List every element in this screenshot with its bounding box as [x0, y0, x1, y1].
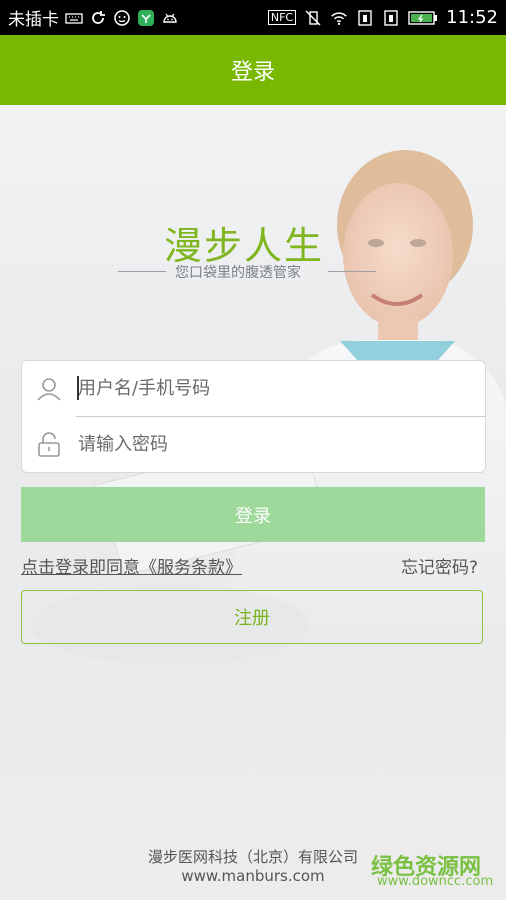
- username-row: [22, 361, 485, 416]
- password-row: [22, 417, 485, 472]
- page-title: 登录: [230, 60, 275, 85]
- lock-icon: [38, 431, 60, 457]
- text-cursor: [77, 376, 79, 400]
- login-button[interactable]: 登录: [21, 487, 485, 542]
- slogan-rule-right: [328, 271, 376, 272]
- forgot-password-link[interactable]: 忘记密码?: [401, 553, 478, 578]
- username-input[interactable]: [76, 372, 475, 405]
- user-icon: [37, 377, 61, 401]
- shield-icon: [138, 9, 154, 26]
- android-icon: [163, 13, 177, 23]
- register-button[interactable]: 注册: [21, 590, 483, 644]
- wifi-icon: [331, 11, 347, 25]
- battery-icon: [408, 10, 438, 25]
- slogan-rule-left: [118, 271, 166, 272]
- title-bar: 登录: [0, 35, 506, 105]
- keyboard-icon: [65, 12, 83, 24]
- password-input[interactable]: [76, 428, 475, 461]
- signal-icon-2: [384, 9, 398, 26]
- clock: 11:52: [446, 7, 498, 28]
- carrier-label: 未插卡: [8, 10, 59, 30]
- signal-icon-1: [358, 9, 372, 26]
- nfc-icon: NFC: [267, 10, 297, 25]
- login-form: [21, 360, 486, 473]
- status-bar: 未插卡 NFC 11:52: [0, 0, 506, 35]
- face-icon: [114, 9, 130, 26]
- app-slogan: 您口袋里的腹透管家: [175, 265, 301, 281]
- vibrate-off-icon: [305, 10, 321, 25]
- terms-link[interactable]: 点击登录即同意《服务条款》: [21, 553, 242, 578]
- watermark-url: www.downcc.com: [377, 874, 494, 889]
- sync-icon: [92, 10, 105, 24]
